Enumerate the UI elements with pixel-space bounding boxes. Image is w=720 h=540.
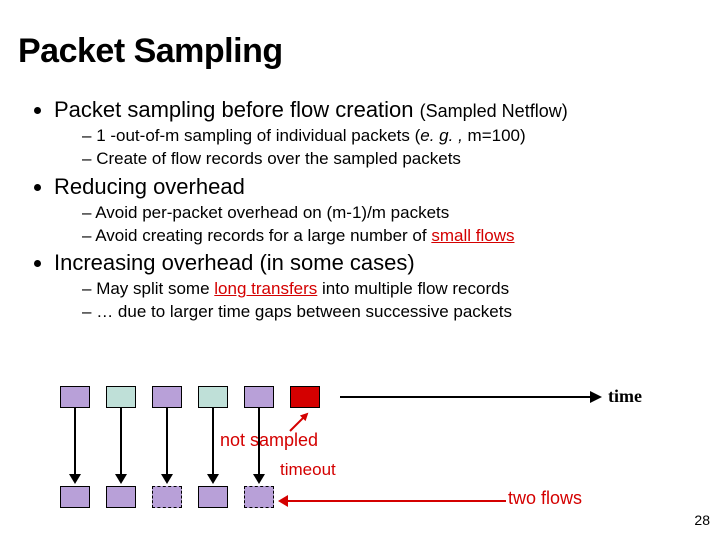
bullet-2-sub-1: Avoid per-packet overhead on (m-1)/m pac… [82,202,702,223]
bullet-3-sub-1-hi: long transfers [214,279,317,298]
packet-top-6-not-sampled [290,386,320,408]
bullet-2-sub-2: Avoid creating records for a large numbe… [82,225,702,246]
bullet-2: Reducing overhead Avoid per-packet overh… [54,174,702,247]
diagram: time not sampled timeout two flows [0,380,720,520]
two-flows-label: two flows [508,488,582,509]
packet-top-4 [198,386,228,408]
bullet-1-sub: 1 -out-of-m sampling of individual packe… [54,125,702,170]
bullet-1-sub-1-em: e. g. , [420,126,463,145]
drop-arrow-icon [212,408,214,482]
bullet-2-sub: Avoid per-packet overhead on (m-1)/m pac… [54,202,702,247]
bullet-2-sub-1-pre: Avoid per-packet overhead on (m-1)/m pac… [95,203,449,222]
bullet-1: Packet sampling before flow creation (Sa… [54,97,702,170]
bullet-1-text: Packet sampling before flow creation [54,97,420,122]
packet-top-2 [106,386,136,408]
drop-arrow-icon [74,408,76,482]
slide: Packet Sampling Packet sampling before f… [0,0,720,540]
timeout-label: timeout [280,460,336,480]
bullet-1-sub-1-post: m=100) [463,126,526,145]
bullet-2-text: Reducing overhead [54,174,245,199]
bullet-3-text: Increasing overhead (in some cases) [54,250,415,275]
slide-number: 28 [694,512,710,528]
bullet-3-sub: May split some long transfers into multi… [54,278,702,323]
packet-top-1 [60,386,90,408]
drop-arrow-icon [120,408,122,482]
not-sampled-label: not sampled [220,430,318,451]
packet-bottom-3-timeout [152,486,182,508]
time-label: time [608,386,642,407]
bullet-3-sub-2-pre: … due to larger time gaps between succes… [96,302,512,321]
slide-title: Packet Sampling [18,32,702,71]
packet-top-3 [152,386,182,408]
bullet-3: Increasing overhead (in some cases) May … [54,250,702,323]
bullet-3-sub-2: … due to larger time gaps between succes… [82,301,702,322]
bullet-1-paren: (Sampled Netflow) [420,101,568,121]
packet-bottom-1 [60,486,90,508]
packet-bottom-5-timeout [244,486,274,508]
bullet-1-sub-2-pre: Create of flow records over the sampled … [96,149,461,168]
drop-arrow-icon [166,408,168,482]
bullet-1-sub-2: Create of flow records over the sampled … [82,148,702,169]
bullet-1-sub-1: 1 -out-of-m sampling of individual packe… [82,125,702,146]
packet-bottom-2 [106,486,136,508]
time-arrow-icon [340,396,600,398]
bullet-list: Packet sampling before flow creation (Sa… [36,97,702,323]
bullet-2-sub-2-hi: small flows [431,226,514,245]
packet-top-5 [244,386,274,408]
bullet-1-sub-1-pre: 1 -out-of-m sampling of individual packe… [96,126,420,145]
two-flows-arrow-icon [280,500,506,502]
bullet-3-sub-1-post: into multiple flow records [317,279,509,298]
packet-bottom-4 [198,486,228,508]
bullet-3-sub-1-pre: May split some [96,279,214,298]
bullet-3-sub-1: May split some long transfers into multi… [82,278,702,299]
bullet-2-sub-2-pre: Avoid creating records for a large numbe… [95,226,431,245]
drop-arrow-icon [258,408,260,482]
